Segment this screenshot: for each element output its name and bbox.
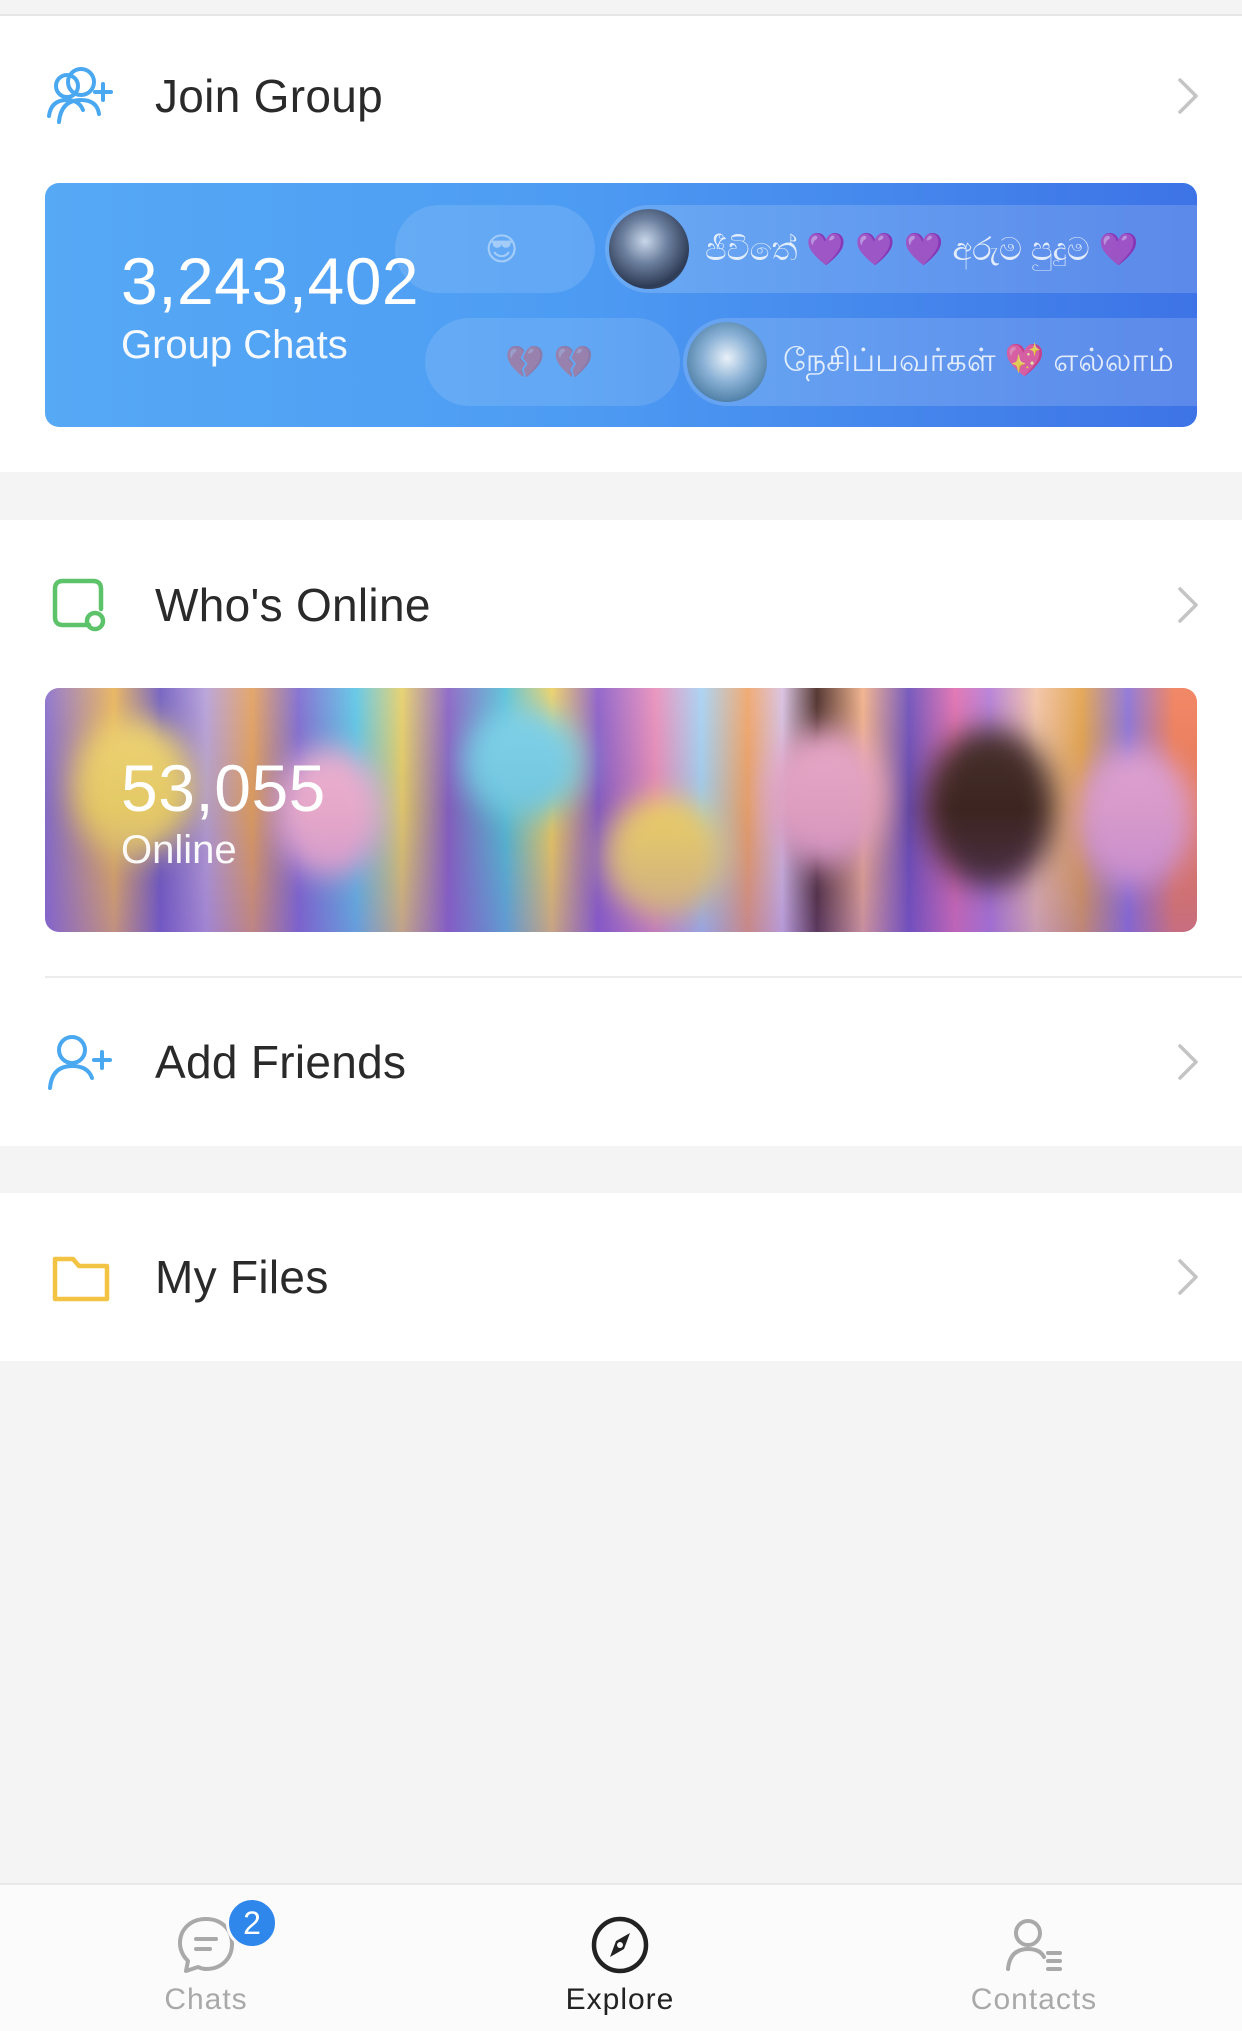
group-chats-card[interactable]: 😎 💔 💔 ජීවිතේ 💜 💜 💜 අරුම පුදුම 💜 நேசிப்பவ… — [45, 183, 1197, 427]
whos-online-section: Who's Online 53,055 Online Add Friends — [0, 520, 1242, 1146]
whos-online-row[interactable]: Who's Online — [0, 545, 1242, 665]
unread-badge: 2 — [226, 1897, 278, 1949]
group-avatar — [609, 209, 689, 289]
my-files-row[interactable]: My Files — [0, 1217, 1242, 1337]
folder-icon — [44, 1240, 118, 1314]
my-files-section: My Files — [0, 1193, 1242, 1361]
join-group-section: Join Group 😎 💔 💔 ජීවිතේ 💜 💜 💜 අරුම පුදුම… — [0, 16, 1242, 472]
group-chats-count: 3,243,402 — [121, 244, 420, 318]
bottom-tab-bar: 2 Chats Explore Contacts — [0, 1883, 1242, 2031]
group-chat-bubble: ජීවිතේ 💜 💜 💜 අරුම පුදුම 💜 — [605, 205, 1197, 293]
tab-contacts-label: Contacts — [970, 1983, 1098, 2016]
online-caption: Online — [121, 828, 237, 872]
add-friends-label: Add Friends — [155, 1036, 407, 1088]
join-group-label: Join Group — [155, 70, 384, 122]
chat-bubble-faded: 😎 — [395, 205, 595, 293]
group-chat-bubble: நேசிப்பவர்கள் 💖 எல்லாம் — [683, 318, 1197, 406]
group-chat-bubble-text: நேசிப்பவர்கள் 💖 எல்லாம் — [783, 342, 1174, 378]
whos-online-label: Who's Online — [155, 579, 431, 631]
online-users-card[interactable]: 53,055 Online — [45, 688, 1197, 932]
tab-explore[interactable]: Explore — [520, 1913, 720, 2017]
online-count: 53,055 — [121, 751, 326, 825]
add-friends-row[interactable]: Add Friends — [0, 1002, 1242, 1122]
chat-bubble-faded: 💔 💔 — [425, 318, 680, 406]
tab-contacts[interactable]: Contacts — [934, 1913, 1134, 2017]
group-chat-bubble-text: ජීවිතේ 💜 💜 💜 අරුම පුදුම 💜 — [705, 230, 1139, 267]
tab-chats-label: Chats — [164, 1983, 248, 2016]
chevron-right-icon — [1178, 587, 1198, 623]
join-group-row[interactable]: Join Group — [0, 36, 1242, 156]
chevron-right-icon — [1178, 78, 1198, 114]
tab-chats[interactable]: 2 Chats — [106, 1897, 306, 2017]
contacts-icon — [1006, 1919, 1062, 1971]
online-screen-icon — [44, 568, 118, 642]
add-friend-icon — [44, 1025, 118, 1099]
group-chats-caption: Group Chats — [121, 323, 348, 367]
tab-explore-label: Explore — [565, 1983, 675, 2016]
row-divider — [45, 976, 1242, 978]
group-avatar — [687, 322, 767, 402]
my-files-label: My Files — [155, 1251, 329, 1303]
add-group-icon — [44, 59, 118, 133]
chevron-right-icon — [1178, 1044, 1198, 1080]
compass-icon — [591, 1916, 649, 1974]
chevron-right-icon — [1178, 1259, 1198, 1295]
